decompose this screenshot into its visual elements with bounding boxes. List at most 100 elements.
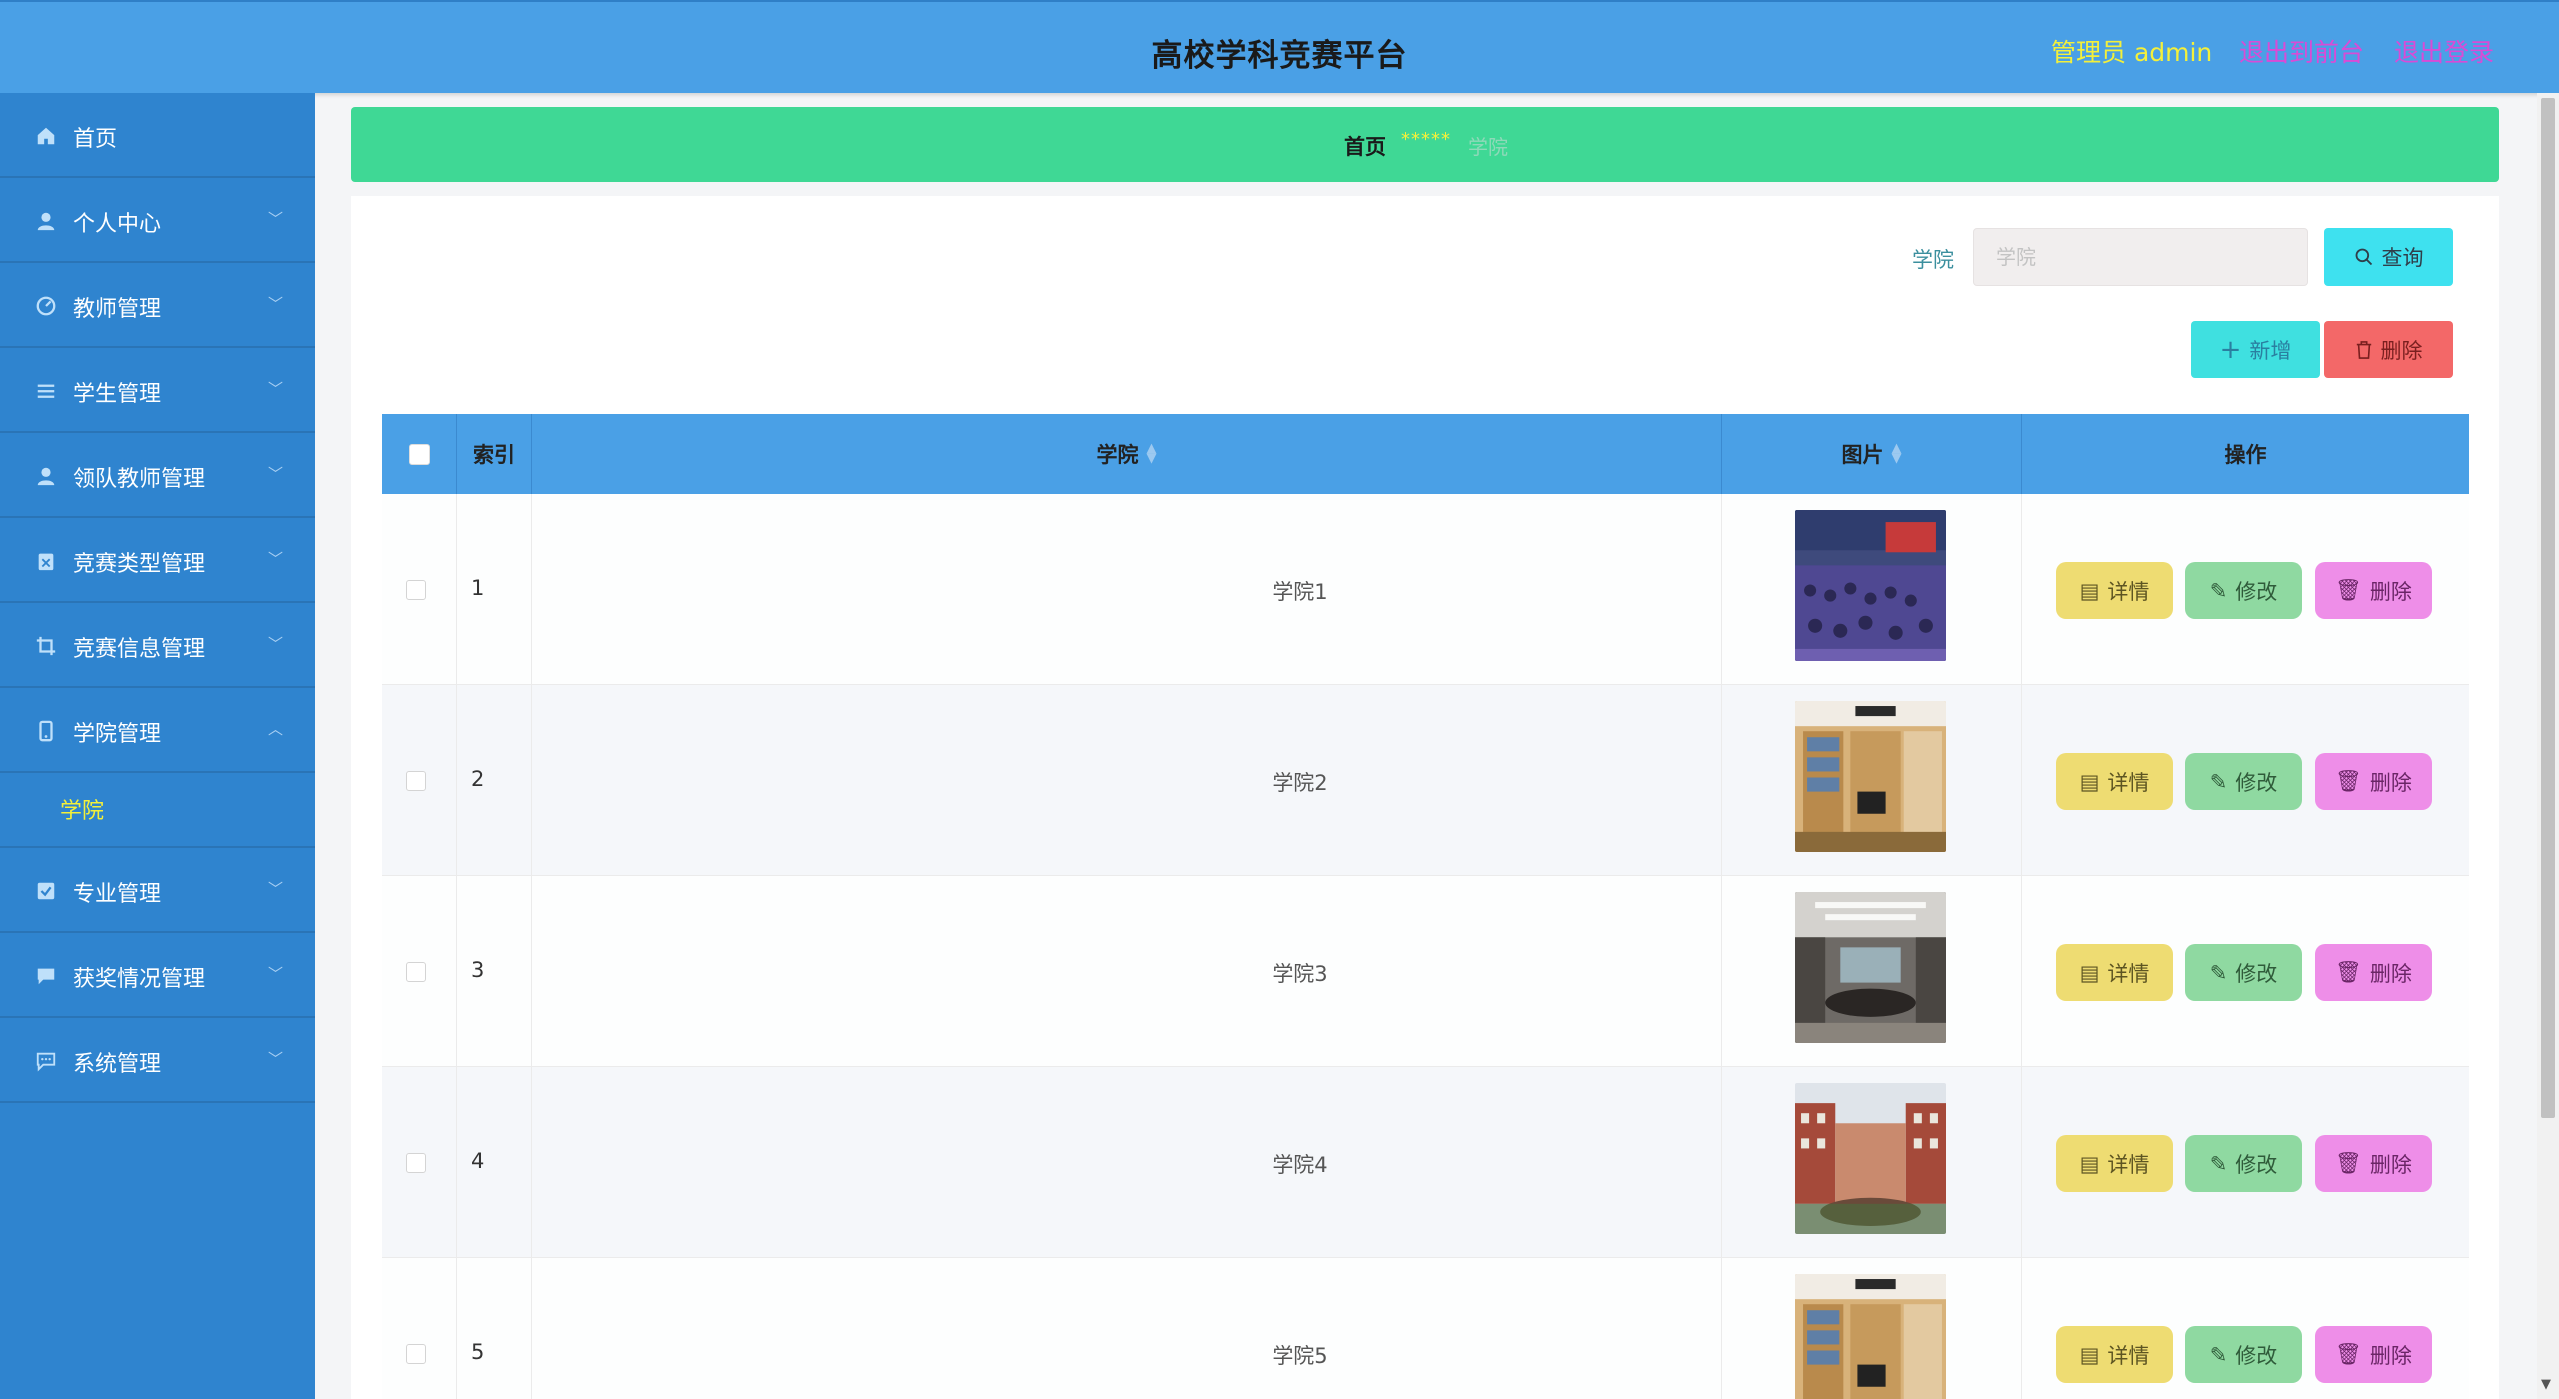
sidebar-item-system-management[interactable]: 系统管理 ﹀: [0, 1018, 315, 1103]
user-icon: [37, 467, 55, 486]
row-index: 5: [471, 1340, 485, 1364]
logout-link[interactable]: 退出登录: [2394, 33, 2494, 69]
pencil-icon: ✎: [2209, 769, 2228, 794]
home-icon: [37, 127, 55, 145]
chevron-down-icon: ﹀: [268, 210, 284, 228]
row-checkbox[interactable]: [406, 771, 426, 791]
trash-icon: 🗑: [2335, 578, 2362, 602]
scrollbar-thumb[interactable]: [2541, 98, 2555, 1118]
row-checkbox[interactable]: [406, 1344, 426, 1364]
plus-icon: +: [2219, 334, 2242, 365]
batch-delete-button[interactable]: 删除: [2324, 321, 2453, 378]
sidebar-item-label: 学院管理: [73, 722, 162, 747]
breadcrumb: 首页 ***** 学院: [351, 107, 2499, 182]
column-header-actions: 操作: [2224, 443, 2267, 467]
column-header-college[interactable]: 学院 ▲ ▼: [532, 414, 1722, 494]
sidebar-item-label: 获奖情况管理: [73, 967, 206, 992]
chevron-down-icon: ﹀: [268, 465, 284, 483]
sidebar-item-label: 系统管理: [73, 1052, 162, 1077]
detail-button[interactable]: ▤ 详情: [2056, 944, 2173, 1001]
sidebar-item-label: 首页: [73, 127, 118, 152]
trash-icon: 🗑: [2335, 960, 2362, 984]
detail-button[interactable]: ▤ 详情: [2056, 753, 2173, 810]
sidebar-item-student-management[interactable]: 学生管理 ﹀: [0, 348, 315, 433]
sidebar-item-competition-info-management[interactable]: 竞赛信息管理 ﹀: [0, 603, 315, 688]
row-checkbox[interactable]: [406, 580, 426, 600]
breadcrumb-separator: *****: [1401, 129, 1451, 150]
chevron-down-icon: ﹀: [268, 1050, 284, 1068]
delete-button[interactable]: 🗑 删除: [2315, 944, 2432, 1001]
trash-icon: 🗑: [2335, 769, 2362, 793]
row-college: 学院2: [1272, 771, 1328, 795]
college-search-input[interactable]: [1973, 228, 2308, 286]
edit-button[interactable]: ✎ 修改: [2185, 562, 2302, 619]
sidebar-item-label: 教师管理: [73, 297, 162, 322]
sidebar: 首页 个人中心 ﹀ 教师管理 ﹀ 学生管理 ﹀ 领队教师管理 ﹀ 竞赛类型管理 …: [0, 93, 315, 1399]
pencil-icon: ✎: [2209, 578, 2228, 603]
row-index: 3: [471, 958, 485, 982]
row-checkbox[interactable]: [406, 962, 426, 982]
row-checkbox[interactable]: [406, 1153, 426, 1173]
chevron-down-icon: ﹀: [268, 880, 284, 898]
row-college: 学院4: [1272, 1153, 1328, 1177]
detail-button[interactable]: ▤ 详情: [2056, 562, 2173, 619]
pencil-icon: ✎: [2209, 1342, 2228, 1367]
pencil-icon: ✎: [2209, 960, 2228, 985]
select-all-checkbox[interactable]: [408, 443, 430, 465]
edit-button[interactable]: ✎ 修改: [2185, 753, 2302, 810]
sidebar-item-label: 专业管理: [73, 882, 162, 907]
delete-button[interactable]: 🗑 删除: [2315, 1326, 2432, 1383]
column-header-index: 索引: [457, 414, 532, 494]
column-header-image[interactable]: 图片 ▲ ▼: [1722, 414, 2022, 494]
edit-button[interactable]: ✎ 修改: [2185, 1135, 2302, 1192]
row-college: 学院5: [1272, 1344, 1328, 1368]
sidebar-item-home[interactable]: 首页: [0, 93, 315, 178]
table-row: 4 学院4 ▤ 详情 ✎ 修改 🗑 删除: [382, 1067, 2469, 1258]
sidebar-subitem-college[interactable]: 学院: [0, 773, 315, 848]
breadcrumb-home[interactable]: 首页: [1344, 131, 1386, 161]
chevron-down-icon: ﹀: [268, 295, 284, 313]
document-icon: ▤: [2079, 1342, 2100, 1367]
table-row: 5 学院5 ▤ 详情 ✎ 修改 🗑 删除: [382, 1258, 2469, 1399]
user-icon: [37, 212, 55, 231]
row-college: 学院1: [1272, 580, 1328, 604]
select-all-column: [382, 414, 457, 494]
sidebar-item-college-management[interactable]: 学院管理 ︿: [0, 688, 315, 773]
delete-button[interactable]: 🗑 删除: [2315, 1135, 2432, 1192]
delete-button[interactable]: 🗑 删除: [2315, 562, 2432, 619]
sort-icon[interactable]: ▲ ▼: [1147, 442, 1157, 465]
search-icon: [2355, 248, 2372, 266]
pencil-icon: ✎: [2209, 1151, 2228, 1176]
sidebar-item-teacher-management[interactable]: 教师管理 ﹀: [0, 263, 315, 348]
sidebar-item-label: 领队教师管理: [73, 467, 206, 492]
query-button[interactable]: 查询: [2324, 228, 2453, 286]
sidebar-item-major-management[interactable]: 专业管理 ﹀: [0, 848, 315, 933]
row-index: 4: [471, 1149, 485, 1173]
table-row: 1 学院1 ▤ 详情 ✎ 修改 🗑 删除: [382, 494, 2469, 685]
batch-delete-button-label: 删除: [2380, 338, 2423, 363]
detail-button[interactable]: ▤ 详情: [2056, 1326, 2173, 1383]
sidebar-item-competition-type-management[interactable]: 竞赛类型管理 ﹀: [0, 518, 315, 603]
detail-button[interactable]: ▤ 详情: [2056, 1135, 2173, 1192]
phone-icon: [39, 720, 53, 742]
checkbox-icon: [37, 882, 55, 900]
add-button[interactable]: + 新增: [2191, 321, 2320, 378]
list-icon: [37, 384, 55, 398]
page-scrollbar[interactable]: ▼: [2537, 93, 2559, 1399]
chevron-down-icon: ﹀: [268, 550, 284, 568]
sidebar-item-leader-teacher-management[interactable]: 领队教师管理 ﹀: [0, 433, 315, 518]
college-image-library-room: [1795, 1274, 1946, 1399]
scroll-down-arrow-icon[interactable]: ▼: [2541, 1377, 2551, 1392]
chevron-down-icon: ﹀: [268, 965, 284, 983]
exit-to-frontend-link[interactable]: 退出到前台: [2239, 33, 2364, 69]
table-row: 2 学院2 ▤ 详情 ✎ 修改 🗑 删除: [382, 685, 2469, 876]
document-icon: ▤: [2079, 1151, 2100, 1176]
sort-icon[interactable]: ▲ ▼: [1892, 442, 1902, 465]
edit-button[interactable]: ✎ 修改: [2185, 944, 2302, 1001]
sidebar-item-personal-center[interactable]: 个人中心 ﹀: [0, 178, 315, 263]
edit-button[interactable]: ✎ 修改: [2185, 1326, 2302, 1383]
delete-button[interactable]: 🗑 删除: [2315, 753, 2432, 810]
sidebar-item-label: 个人中心: [73, 212, 162, 237]
document-icon: ▤: [2079, 960, 2100, 985]
sidebar-item-award-management[interactable]: 获奖情况管理 ﹀: [0, 933, 315, 1018]
